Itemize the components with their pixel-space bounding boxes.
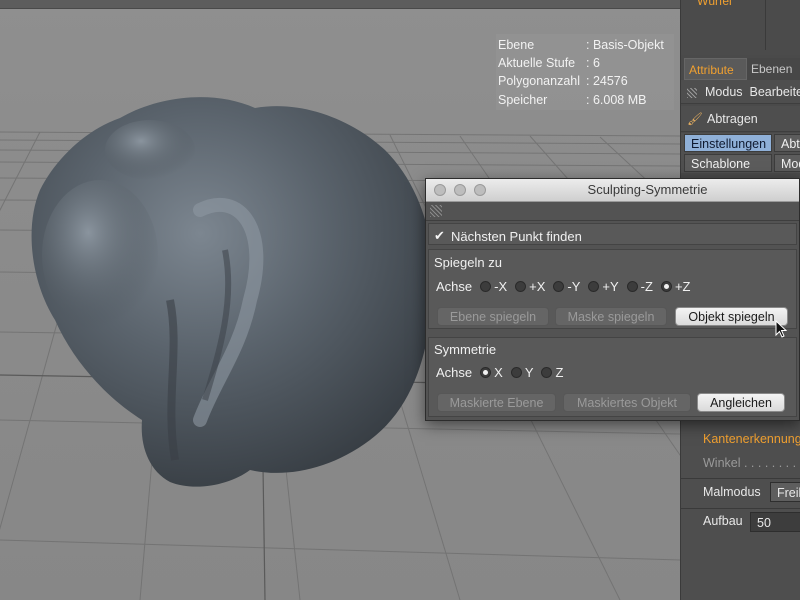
mouse-pointer-icon bbox=[775, 320, 788, 338]
aufbau-input[interactable]: 50 bbox=[750, 512, 800, 532]
tab-ebenen[interactable]: Ebenen bbox=[747, 58, 800, 80]
mode-menu-row: Modus Bearbeiten bbox=[681, 80, 800, 104]
hud-value: : Basis-Objekt bbox=[586, 38, 664, 52]
winkel-label: Winkel . . . . . . . . . . . bbox=[703, 456, 800, 470]
tab-attribute[interactable]: Attribute bbox=[684, 58, 747, 80]
match-button[interactable]: Angleichen bbox=[697, 393, 785, 412]
symmetry-axis-row: Achse X Y Z bbox=[436, 365, 563, 380]
symmetry-radio-z[interactable] bbox=[541, 367, 553, 378]
hud-key: Polygonanzahl bbox=[498, 74, 581, 89]
section-divider bbox=[681, 508, 800, 509]
hud-row: Polygonanzahl : 24576 bbox=[498, 72, 674, 90]
symmetry-option-label: Y bbox=[524, 365, 534, 380]
hud-key: Speicher bbox=[498, 92, 548, 107]
modus-menu[interactable]: Modus bbox=[705, 85, 743, 99]
symmetry-option-label: X bbox=[494, 365, 503, 380]
mirror-option-label: +X bbox=[529, 279, 546, 294]
dialog-titlebar[interactable]: Sculpting-Symmetrie bbox=[426, 179, 799, 202]
section-divider bbox=[681, 478, 800, 479]
schablone-button[interactable]: Schablone bbox=[684, 154, 772, 172]
object-name[interactable]: Würfel bbox=[697, 0, 732, 8]
hud-row: Speicher : 6.008 MB bbox=[498, 91, 674, 109]
bearbeiten-menu[interactable]: Bearbeiten bbox=[749, 85, 800, 99]
hud-value: : 24576 bbox=[586, 74, 628, 89]
checkmark-icon: ✔ bbox=[434, 228, 445, 243]
symmetry-group-title: Symmetrie bbox=[434, 342, 497, 357]
mirror-radio-minus-z[interactable] bbox=[626, 281, 638, 292]
tool-tabs-row1: Einstellungen Abtragen bbox=[681, 133, 800, 153]
mirror-group-title: Spiegeln zu bbox=[434, 255, 502, 270]
symmetry-radio-x[interactable] bbox=[480, 367, 492, 378]
find-nearest-label: Nächsten Punkt finden bbox=[451, 228, 582, 244]
sculpting-symmetry-dialog: Sculpting-Symmetrie ✔ Nächsten Punkt fin… bbox=[425, 178, 800, 421]
dialog-title: Sculpting-Symmetrie bbox=[587, 182, 708, 197]
tool-tabs-row2: Schablone Modifikatoren bbox=[681, 153, 800, 173]
malmodus-label: Malmodus bbox=[703, 485, 761, 499]
sculpted-blob-object bbox=[31, 97, 434, 487]
mirror-radio-plus-y[interactable] bbox=[588, 281, 600, 292]
find-nearest-checkbox[interactable]: ✔ Nächsten Punkt finden bbox=[434, 228, 582, 244]
mirror-object-button[interactable]: Objekt spiegeln bbox=[675, 307, 788, 326]
dialog-toolbar-divider bbox=[426, 220, 799, 221]
kantenerkennung-heading: Kantenerkennung bbox=[703, 432, 800, 446]
symmetry-axis-label: Achse bbox=[436, 365, 473, 380]
viewport-hud-info: Ebene: Basis-Objekt Aktuelle Stufe: 6 Poly… bbox=[496, 34, 674, 110]
column-divider bbox=[765, 0, 766, 50]
hud-key: Aktuelle Stufe bbox=[498, 56, 576, 71]
mirror-radio-plus-x[interactable] bbox=[515, 281, 527, 292]
mirror-layer-button[interactable]: Ebene spiegeln bbox=[437, 307, 549, 326]
modifikatoren-button[interactable]: Modifikatoren bbox=[774, 154, 800, 172]
hud-row: Aktuelle Stufe : 6 bbox=[498, 54, 674, 72]
einstellungen-button[interactable]: Einstellungen bbox=[684, 134, 772, 152]
hud-row: Ebene : Basis-Objekt bbox=[498, 36, 674, 54]
mirror-mask-button[interactable]: Maske spiegeln bbox=[555, 307, 667, 326]
hud-value: : 6.008 MB bbox=[586, 92, 647, 107]
mirror-radio-minus-x[interactable] bbox=[480, 281, 492, 292]
symmetry-option-label: Z bbox=[555, 365, 564, 380]
tool-settings-area: Kantenerkennung Winkel . . . . . . . . .… bbox=[681, 420, 800, 600]
tool-title-row: 🖌 Abtragen bbox=[681, 106, 800, 132]
mirror-option-label: -Z bbox=[640, 279, 653, 294]
aufbau-label: Aufbau bbox=[703, 514, 743, 528]
hud-value: : 6 bbox=[586, 56, 600, 71]
mirror-radio-minus-y[interactable] bbox=[553, 281, 565, 292]
grid-handle-icon bbox=[687, 87, 697, 98]
malmodus-dropdown[interactable]: Freihand bbox=[770, 482, 800, 502]
mirror-axis-label: Achse bbox=[436, 279, 473, 294]
masked-layer-button[interactable]: Maskierte Ebene bbox=[437, 393, 556, 412]
dialog-grip-icon[interactable] bbox=[430, 205, 442, 217]
hud-key: Ebene bbox=[498, 38, 535, 52]
object-manager-strip: Würfel bbox=[681, 0, 800, 55]
masked-object-button[interactable]: Maskiertes Objekt bbox=[563, 393, 691, 412]
mirror-option-label: +Z bbox=[674, 279, 691, 294]
abtragen-tab-button[interactable]: Abtragen bbox=[774, 134, 800, 152]
mirror-option-label: -X bbox=[494, 279, 508, 294]
mirror-option-label: -Y bbox=[567, 279, 581, 294]
tool-name: Abtragen bbox=[707, 112, 758, 126]
mirror-axis-row: Achse -X +X -Y +Y -Z +Z bbox=[436, 279, 691, 294]
mirror-option-label: +Y bbox=[602, 279, 619, 294]
symmetry-radio-y[interactable] bbox=[510, 367, 522, 378]
brush-icon: 🖌 bbox=[687, 112, 703, 126]
mirror-radio-plus-z[interactable] bbox=[660, 281, 672, 292]
